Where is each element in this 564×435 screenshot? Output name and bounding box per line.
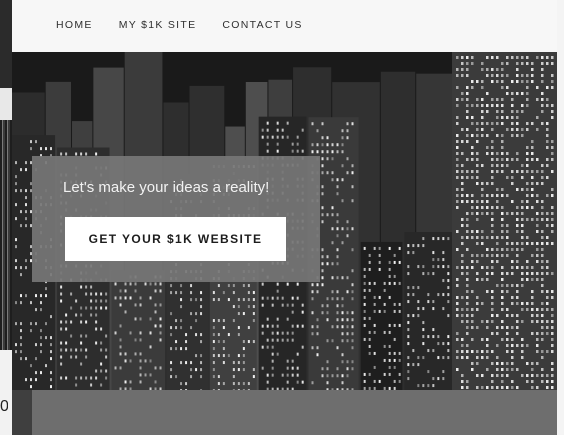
nav-links: HOME MY $1K SITE CONTACT US (56, 19, 303, 31)
right-page-edge (557, 0, 564, 435)
left-edge-glyph: 0 (0, 398, 8, 415)
hero-section: Let's make your ideas a reality! GET YOU… (12, 52, 557, 390)
nav-item-home[interactable]: HOME (56, 19, 93, 31)
left-edge-panel (0, 88, 12, 120)
bottom-section (12, 390, 557, 435)
left-edge-photo (0, 120, 12, 350)
bottom-dark-notch (12, 390, 32, 435)
top-navigation: HOME MY $1K SITE CONTACT US (12, 0, 557, 52)
hero-tagline: Let's make your ideas a reality! (63, 179, 270, 196)
nav-item-contact-us[interactable]: CONTACT US (222, 19, 302, 31)
left-page-edge: 0 (0, 0, 12, 435)
nav-item-my-1k-site[interactable]: MY $1K SITE (119, 19, 197, 31)
get-website-button[interactable]: GET YOUR $1K WEBSITE (65, 217, 286, 261)
left-edge-bottom (0, 350, 12, 435)
hero-overlay-box: Let's make your ideas a reality! GET YOU… (32, 156, 320, 282)
